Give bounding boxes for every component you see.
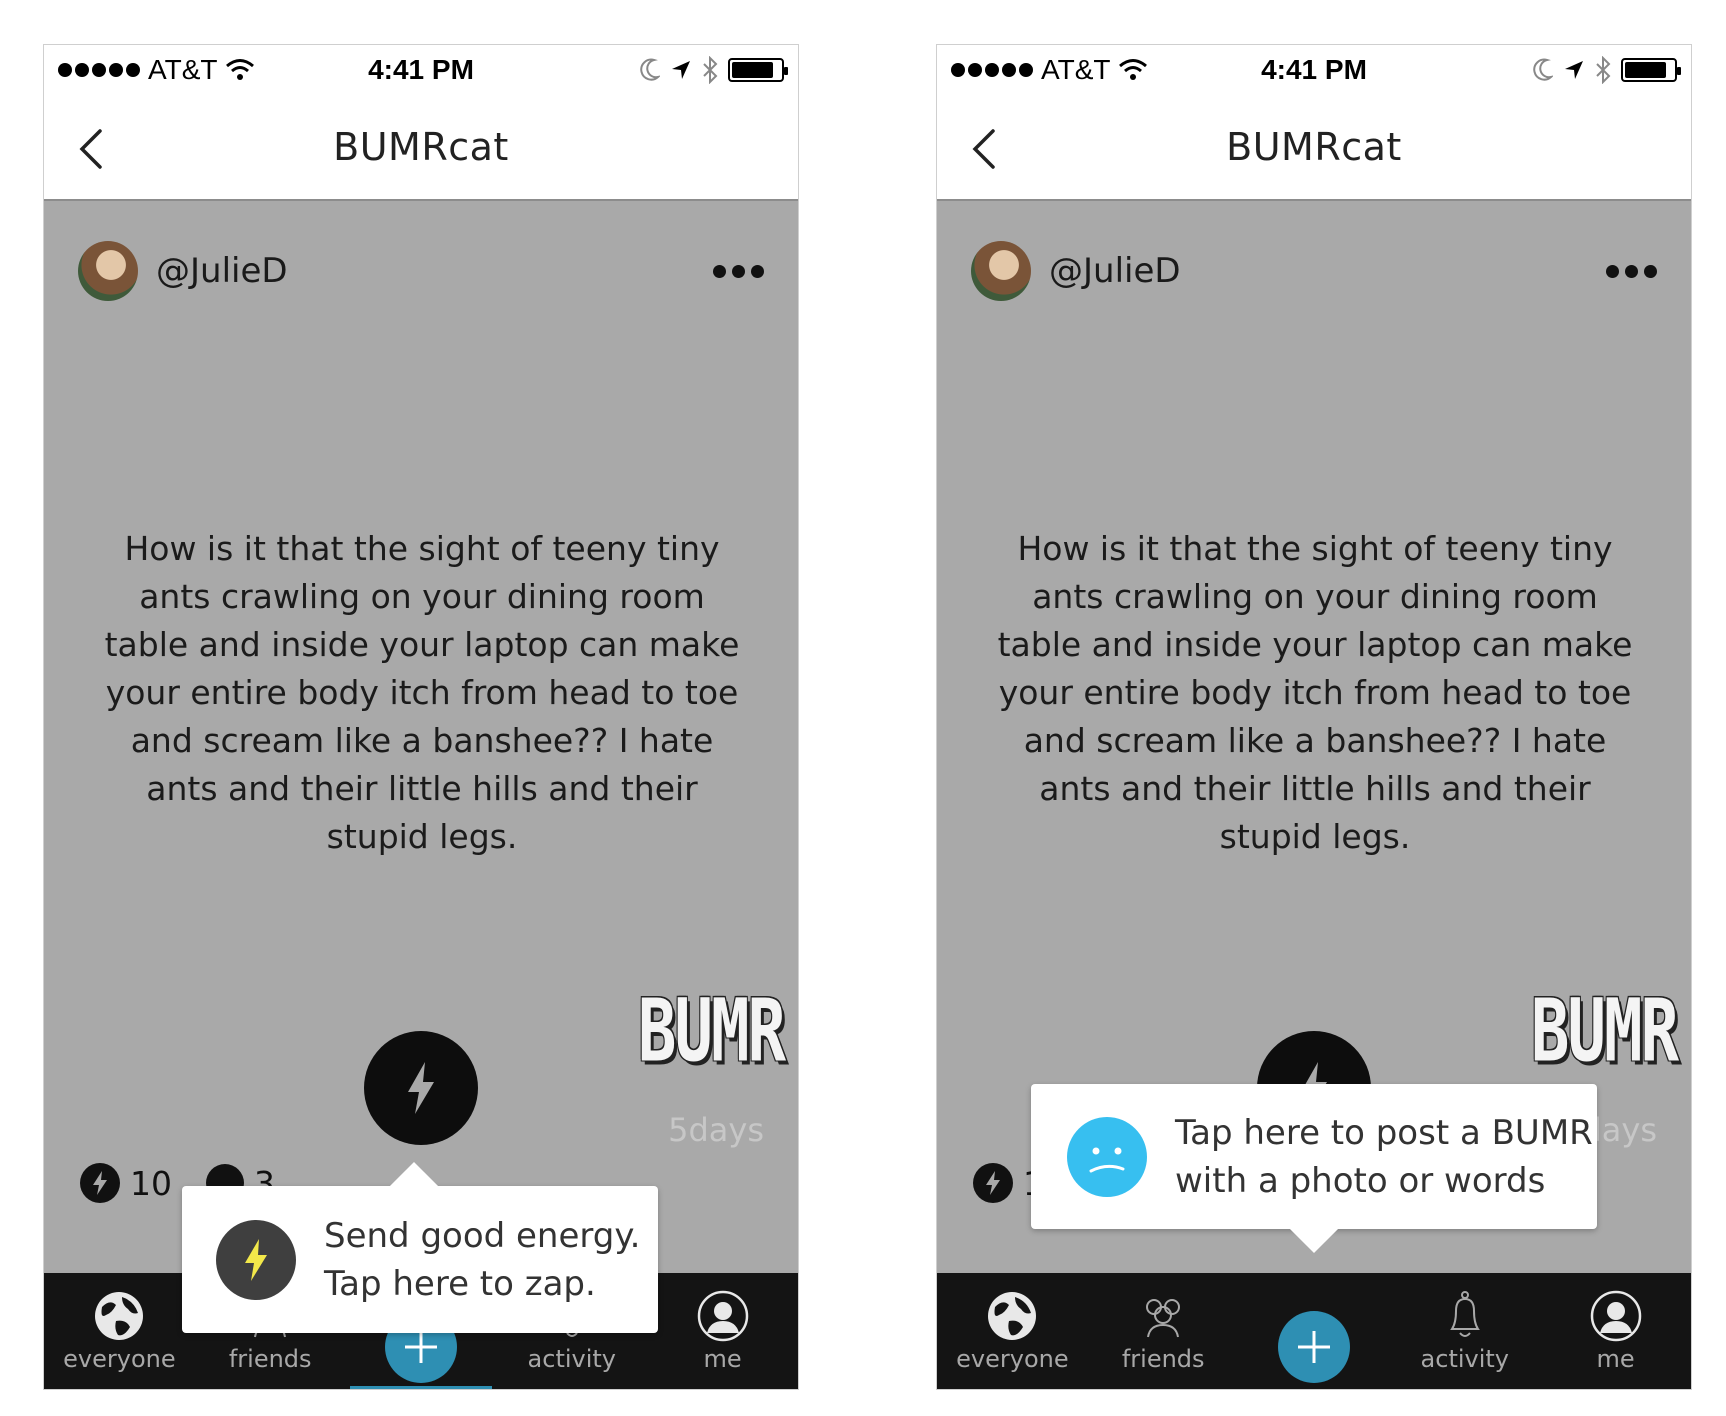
tab-label: friends <box>1121 1345 1205 1373</box>
tooltip-text: Send good energy. Tap here to zap. <box>324 1212 640 1308</box>
tab-label: activity <box>1420 1345 1510 1373</box>
tab-friends[interactable]: friends <box>1088 1273 1238 1389</box>
tab-label: activity <box>527 1345 617 1373</box>
bumr-logo: BUMR <box>1530 982 1679 1082</box>
zap-button[interactable] <box>364 1031 478 1145</box>
wifi-icon <box>226 59 255 80</box>
globe-icon <box>95 1292 144 1340</box>
post-author[interactable]: @JulieD <box>78 241 288 301</box>
people-icon <box>1146 1299 1181 1338</box>
bluetooth-icon <box>1596 56 1611 84</box>
tooltip-arrow <box>1289 1204 1339 1254</box>
phone-screen-post-tooltip: AT&T 4:41 PM BUMRcat @JulieD How is it t… <box>936 44 1692 1390</box>
moon-icon <box>1533 58 1553 81</box>
wifi-icon <box>1119 59 1148 80</box>
chevron-left-icon[interactable] <box>967 127 1003 171</box>
location-arrow-icon <box>672 61 690 79</box>
tab-me[interactable]: me <box>648 1273 798 1389</box>
globe-icon <box>988 1292 1037 1340</box>
username[interactable]: @JulieD <box>1049 251 1181 291</box>
signal-dots-icon <box>951 63 1033 77</box>
carrier: AT&T <box>148 54 218 85</box>
battery-icon <box>728 58 788 82</box>
tooltip-line-2: with a photo or words <box>1175 1160 1546 1201</box>
bell-icon <box>1449 1291 1480 1337</box>
status-bar: AT&T 4:41 PM <box>44 45 798 95</box>
bumr-logo: BUMR <box>637 982 786 1082</box>
page-title: BUMRcat <box>1226 125 1402 169</box>
ellipsis-icon[interactable] <box>713 265 764 278</box>
tab-label: friends <box>228 1345 312 1373</box>
tab-everyone[interactable]: everyone <box>937 1273 1087 1389</box>
moon-icon <box>640 58 660 81</box>
avatar[interactable] <box>78 241 138 301</box>
tooltip-line-1: Send good energy. <box>324 1215 641 1256</box>
username[interactable]: @JulieD <box>156 251 288 291</box>
tab-everyone[interactable]: everyone <box>44 1273 194 1389</box>
battery-icon <box>1621 58 1681 82</box>
tab-me[interactable]: me <box>1541 1273 1691 1389</box>
status-time: 4:41 PM <box>368 54 474 85</box>
ellipsis-icon[interactable] <box>1606 265 1657 278</box>
location-arrow-icon <box>1565 61 1583 79</box>
person-icon <box>1590 1290 1641 1342</box>
active-tab-indicator <box>349 1386 492 1389</box>
post-author[interactable]: @JulieD <box>971 241 1181 301</box>
time-ago: 5days <box>668 1111 764 1149</box>
tooltip-line-2: Tap here to zap. <box>324 1263 596 1304</box>
signal-dots-icon <box>58 63 140 77</box>
tab-activity[interactable]: activity <box>1390 1273 1540 1389</box>
lightning-icon <box>216 1219 296 1300</box>
navigation-bar: BUMRcat <box>937 95 1691 201</box>
status-time: 4:41 PM <box>1261 54 1367 85</box>
tab-label: me <box>703 1345 742 1373</box>
carrier: AT&T <box>1041 54 1111 85</box>
page-title: BUMRcat <box>333 125 509 169</box>
chevron-left-icon[interactable] <box>74 127 110 171</box>
post-tooltip[interactable]: Tap here to post a BUMR with a photo or … <box>1031 1084 1597 1254</box>
tab-bar: everyone friends activity me <box>937 1273 1691 1389</box>
plus-icon[interactable] <box>1277 1311 1350 1383</box>
sad-face-icon <box>1067 1116 1147 1197</box>
avatar[interactable] <box>971 241 1031 301</box>
zap-count: 10 <box>130 1163 172 1203</box>
status-bar: AT&T 4:41 PM <box>937 45 1691 95</box>
lightning-icon <box>408 1062 434 1114</box>
phone-screen-zap-tooltip: AT&T 4:41 PM BUMRcat @JulieD How is it t… <box>43 44 799 1390</box>
zap-tooltip[interactable]: Send good energy. Tap here to zap. <box>182 1161 658 1333</box>
tab-label: everyone <box>63 1345 176 1373</box>
tooltip-line-1: Tap here to post a BUMR <box>1175 1112 1593 1153</box>
tab-post[interactable] <box>1239 1273 1389 1389</box>
bluetooth-icon <box>703 56 718 84</box>
tooltip-arrow <box>389 1161 439 1211</box>
lightning-icon <box>80 1163 120 1203</box>
person-icon <box>697 1290 748 1342</box>
tooltip-text: Tap here to post a BUMR with a photo or … <box>1175 1109 1593 1205</box>
navigation-bar: BUMRcat <box>44 95 798 201</box>
tab-label: me <box>1596 1345 1635 1373</box>
post-text: How is it that the sight of teeny tiny a… <box>997 529 1633 856</box>
post-text: How is it that the sight of teeny tiny a… <box>104 529 740 856</box>
tab-label: everyone <box>956 1345 1069 1373</box>
lightning-icon <box>973 1163 1013 1203</box>
